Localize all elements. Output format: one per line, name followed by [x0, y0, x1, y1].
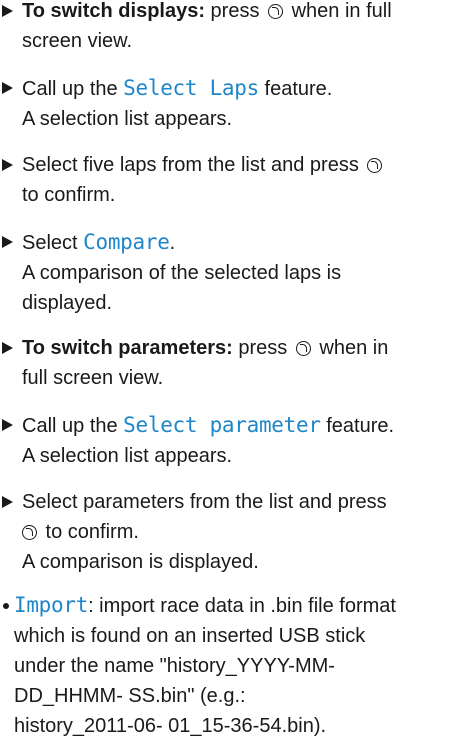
- triangle-right-icon: [2, 5, 13, 17]
- rotary-controller-press-icon: [22, 525, 37, 540]
- step-result: A selection list appears.: [22, 445, 233, 467]
- step-text: when in: [313, 337, 389, 359]
- step-text: feature.: [320, 415, 395, 437]
- triangle-right-icon: [2, 496, 13, 508]
- step-text: when in full: [286, 0, 392, 22]
- step-text: full screen view.: [22, 367, 164, 389]
- step-text: to confirm.: [22, 184, 116, 206]
- triangle-right-icon: [2, 236, 13, 248]
- step-text: Select: [22, 232, 84, 254]
- step-result: A comparison is displayed.: [22, 551, 259, 573]
- step-select-five-laps: Select five laps from the list and press…: [2, 150, 467, 210]
- step-switch-displays: To switch displays: press when in full s…: [2, 0, 467, 56]
- step-text: feature.: [258, 78, 333, 100]
- step-text: Select parameters from the list and pres…: [22, 491, 387, 513]
- step-heading: To switch parameters:: [22, 337, 233, 359]
- step-heading: To switch displays:: [22, 0, 205, 22]
- triangle-right-icon: [2, 419, 13, 431]
- step-select-parameter: Call up the Select parameter feature. A …: [2, 410, 467, 471]
- menu-item-select-laps: Select Laps: [123, 76, 259, 100]
- step-result: A comparison of the selected laps is: [22, 262, 342, 284]
- step-text: screen view.: [22, 30, 133, 52]
- step-select-laps: Call up the Select Laps feature. A selec…: [2, 73, 467, 134]
- bullet-text: which is found on an inserted USB stick: [14, 625, 366, 647]
- rotary-controller-press-icon: [268, 4, 284, 19]
- menu-item-import: Import: [14, 593, 89, 617]
- step-switch-parameters: To switch parameters: press when in full…: [2, 333, 467, 393]
- bullet-text: history_2011-06- 01_15-36-54.bin).: [14, 715, 327, 737]
- bullet-text: : import race data in .bin file format: [88, 595, 396, 617]
- step-result: A selection list appears.: [22, 108, 233, 130]
- triangle-right-icon: [2, 159, 13, 171]
- bullet-text: DD_HHMM- SS.bin" (e.g.:: [14, 685, 246, 707]
- step-select-parameters: Select parameters from the list and pres…: [2, 487, 467, 577]
- step-result: displayed.: [22, 292, 113, 314]
- menu-item-compare: Compare: [83, 230, 170, 254]
- step-text: Select five laps from the list and press: [22, 154, 365, 176]
- rotary-controller-press-icon: [367, 158, 383, 173]
- triangle-right-icon: [2, 342, 13, 354]
- bullet-dot-icon: [3, 603, 9, 609]
- rotary-controller-press-icon: [295, 341, 311, 356]
- triangle-right-icon: [2, 82, 13, 94]
- step-text: .: [169, 232, 176, 254]
- step-text: press: [205, 0, 266, 22]
- step-select-compare: Select Compare. A comparison of the sele…: [2, 227, 467, 318]
- menu-item-select-parameter: Select parameter: [123, 413, 321, 437]
- bullet-import: Import: import race data in .bin file fo…: [2, 590, 467, 741]
- step-text: Call up the: [22, 78, 124, 100]
- step-text: to confirm.: [40, 521, 139, 543]
- step-text: press: [232, 337, 293, 359]
- step-text: Call up the: [22, 415, 124, 437]
